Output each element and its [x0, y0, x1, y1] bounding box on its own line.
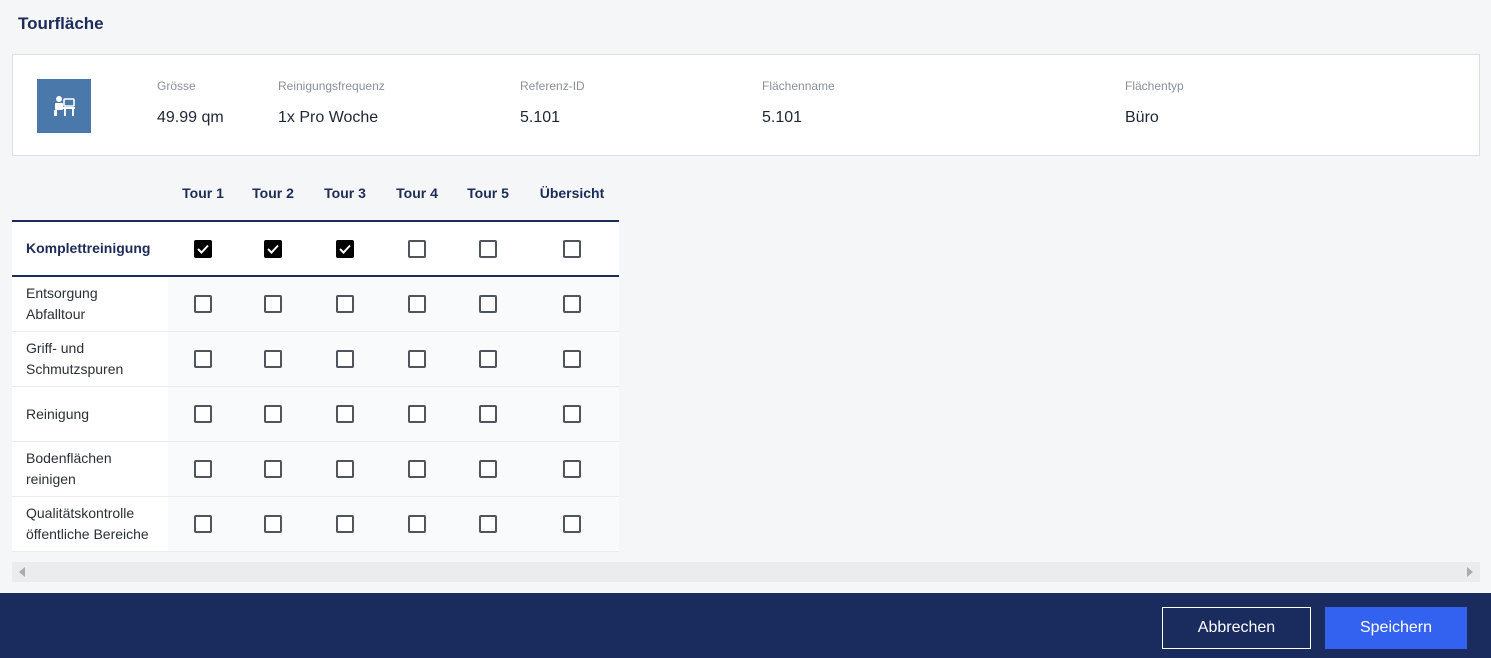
field-frequency-label: Reinigungsfrequenz: [278, 79, 385, 93]
field-size: Grösse 49.99 qm: [157, 79, 224, 127]
checkbox-2[interactable]: [264, 350, 282, 368]
field-area-type-value: Büro: [1125, 109, 1159, 126]
matrix-row: Entsorgung Abfalltour: [12, 277, 619, 332]
checkbox-3[interactable]: [336, 239, 354, 258]
checkbox-2[interactable]: [264, 405, 282, 423]
checkbox-1[interactable]: [194, 239, 212, 258]
field-area-type-label: Flächentyp: [1125, 79, 1184, 93]
checkbox-6[interactable]: [563, 460, 581, 478]
checkbox-6[interactable]: [563, 405, 581, 423]
footer-bar: Abbrechen Speichern: [0, 593, 1491, 658]
scroll-left-icon[interactable]: [19, 567, 25, 577]
row-label: Qualitätskontrolle öffentliche Bereiche: [12, 497, 168, 551]
checkbox-4[interactable]: [408, 350, 426, 368]
row-cells: [168, 387, 619, 441]
checkbox-2[interactable]: [264, 239, 282, 258]
row-label: Griff- und Schmutzspuren: [12, 332, 168, 386]
field-reference-id-label: Referenz-ID: [520, 79, 585, 93]
tour-matrix: Tour 1 Tour 2 Tour 3 Tour 4 Tour 5 Übersicht …: [12, 172, 619, 552]
checkbox-4[interactable]: [408, 295, 426, 313]
cancel-button[interactable]: Abbrechen: [1162, 607, 1311, 649]
checkbox-3[interactable]: [336, 350, 354, 368]
area-info-card: Grösse 49.99 qm Reinigungsfrequenz 1x Pr…: [12, 54, 1480, 156]
checkbox-5[interactable]: [479, 405, 497, 423]
row-cells: [168, 277, 619, 331]
field-area-name-label: Flächenname: [762, 79, 835, 93]
checkbox-4[interactable]: [408, 460, 426, 478]
checkbox-3[interactable]: [336, 515, 354, 533]
checkbox-2[interactable]: [264, 295, 282, 313]
row-cells: [168, 442, 619, 496]
checkbox-6[interactable]: [563, 239, 581, 258]
scroll-right-icon[interactable]: [1467, 567, 1473, 577]
field-area-name: Flächenname 5.101: [762, 79, 835, 127]
row-cells: [168, 497, 619, 551]
field-size-label: Grösse: [157, 79, 196, 93]
checkbox-2[interactable]: [264, 460, 282, 478]
matrix-row: Bodenflächen reinigen: [12, 442, 619, 497]
field-size-value: 49.99 qm: [157, 109, 224, 126]
checkbox-6[interactable]: [563, 350, 581, 368]
row-label: Komplettreinigung: [12, 222, 168, 275]
matrix-row-main: Komplettreinigung: [12, 220, 619, 277]
horizontal-scrollbar[interactable]: [12, 562, 1480, 582]
checkbox-1[interactable]: [194, 460, 212, 478]
checkbox-1[interactable]: [194, 350, 212, 368]
office-desk-icon: [37, 79, 91, 133]
row-label: Bodenflächen reinigen: [12, 442, 132, 496]
checkbox-5[interactable]: [479, 239, 497, 258]
matrix-row: Reinigung: [12, 387, 619, 442]
column-header-4: Tour 4: [396, 185, 438, 201]
checkbox-6[interactable]: [563, 295, 581, 313]
field-frequency-value: 1x Pro Woche: [278, 109, 379, 126]
save-button[interactable]: Speichern: [1325, 607, 1467, 649]
column-header-2: Tour 2: [252, 185, 294, 201]
checkbox-5[interactable]: [479, 350, 497, 368]
checkbox-4[interactable]: [408, 239, 426, 258]
row-label: Reinigung: [12, 387, 168, 441]
checkbox-5[interactable]: [479, 460, 497, 478]
checkbox-1[interactable]: [194, 295, 212, 313]
field-area-type: Flächentyp Büro: [1125, 79, 1184, 127]
column-header-5: Tour 5: [467, 185, 509, 201]
column-header-1: Tour 1: [182, 185, 224, 201]
checkbox-3[interactable]: [336, 460, 354, 478]
checkbox-1[interactable]: [194, 515, 212, 533]
checkbox-6[interactable]: [563, 515, 581, 533]
field-frequency: Reinigungsfrequenz 1x Pro Woche: [278, 79, 385, 127]
field-reference-id: Referenz-ID 5.101: [520, 79, 585, 127]
field-reference-id-value: 5.101: [520, 109, 561, 126]
matrix-header: Tour 1 Tour 2 Tour 3 Tour 4 Tour 5 Übersicht: [12, 172, 619, 220]
field-area-name-value: 5.101: [762, 109, 803, 126]
column-header-3: Tour 3: [324, 185, 366, 201]
checkbox-4[interactable]: [408, 405, 426, 423]
checkbox-3[interactable]: [336, 405, 354, 423]
checkbox-2[interactable]: [264, 515, 282, 533]
checkbox-3[interactable]: [336, 295, 354, 313]
page-title: Tourfläche: [18, 14, 104, 33]
column-header-6: Übersicht: [539, 185, 605, 201]
row-cells: [168, 332, 619, 386]
checkbox-5[interactable]: [479, 515, 497, 533]
matrix-row: Griff- und Schmutzspuren: [12, 332, 619, 387]
checkbox-1[interactable]: [194, 405, 212, 423]
row-label: Entsorgung Abfalltour: [12, 277, 142, 331]
checkbox-5[interactable]: [479, 295, 497, 313]
matrix-body: Komplettreinigung Entsorgung Abfalltour Gr…: [12, 220, 619, 552]
row-cells: [168, 222, 619, 275]
checkbox-4[interactable]: [408, 515, 426, 533]
matrix-row: Qualitätskontrolle öffentliche Bereiche: [12, 497, 619, 552]
